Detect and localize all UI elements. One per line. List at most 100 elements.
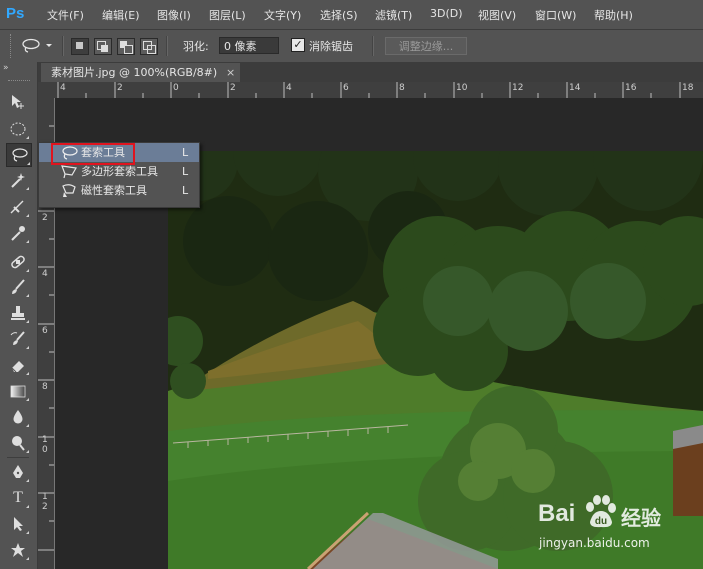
paw-icon: du — [586, 495, 616, 528]
watermark-url: jingyan.baidu.com — [539, 536, 650, 550]
eyedropper-tool[interactable] — [6, 222, 30, 244]
menu-3d[interactable]: 3D(D) — [430, 7, 463, 20]
antialias-checkbox[interactable]: ✓ — [291, 38, 305, 52]
dodge-tool[interactable] — [6, 432, 30, 454]
gradient-tool[interactable] — [6, 380, 30, 402]
watermark-brand-right: 经验 — [621, 506, 661, 530]
flyout-item-label: 磁性套索工具 — [81, 184, 147, 197]
baidu-jingyan-watermark: Bai du 经验 jingyan.baidu.com — [535, 490, 700, 556]
flyout-item-shortcut: L — [182, 165, 189, 178]
menu-file[interactable]: 文件(F) — [47, 7, 84, 23]
magic-wand-tool[interactable] — [6, 169, 30, 191]
healing-brush-tool[interactable] — [6, 251, 30, 273]
feather-input[interactable]: 0 像素 — [219, 37, 279, 54]
eyedropper-icon — [11, 226, 25, 241]
blur-tool[interactable] — [6, 406, 30, 428]
ruler-label: 2 — [42, 213, 48, 223]
highlight-box — [51, 143, 135, 165]
panel-grip[interactable] — [8, 80, 30, 81]
options-separator — [166, 36, 168, 56]
custom-shape-tool[interactable] — [6, 539, 30, 561]
clone-stamp-tool[interactable] — [6, 302, 30, 324]
stamp-icon — [11, 306, 25, 320]
ruler-label: 1 0 — [42, 435, 48, 455]
close-icon[interactable]: × — [226, 63, 238, 82]
options-separator — [372, 36, 374, 56]
feather-label: 羽化: — [183, 40, 209, 53]
ruler-label: 8 — [42, 382, 48, 392]
shape-icon — [11, 543, 25, 557]
ruler-label: 4 — [42, 269, 48, 279]
subtract-selection-button[interactable] — [117, 38, 135, 55]
droplet-icon — [13, 410, 23, 424]
ruler-label: 4 — [60, 83, 66, 93]
gradient-icon — [10, 385, 26, 398]
ruler-label: 8 — [399, 83, 405, 93]
dodge-icon — [12, 436, 25, 451]
magic-wand-icon — [11, 173, 25, 188]
pen-icon — [13, 465, 23, 478]
magnetic-lasso-icon — [62, 184, 76, 197]
ruler-label: 2 — [230, 83, 236, 93]
ruler-label: 2 — [117, 83, 123, 93]
menu-view[interactable]: 视图(V) — [478, 7, 516, 23]
ruler-label: 10 — [456, 83, 468, 93]
menu-window[interactable]: 窗口(W) — [535, 7, 576, 23]
ruler-label: 16 — [625, 83, 637, 93]
pen-tool[interactable] — [6, 461, 30, 483]
lasso-preset-icon — [22, 38, 52, 53]
options-separator — [62, 36, 64, 56]
options-bar-grip[interactable] — [10, 34, 15, 58]
flyout-item-magnetic-lasso[interactable]: 磁性套索工具 L — [39, 181, 199, 200]
history-brush-tool[interactable] — [6, 328, 30, 350]
polygonal-lasso-icon — [61, 165, 77, 179]
menu-filter[interactable]: 滤镜(T) — [375, 7, 412, 23]
panel-collapse-icon[interactable]: » — [3, 63, 9, 73]
menu-layer[interactable]: 图层(L) — [209, 7, 246, 23]
path-selection-icon — [14, 517, 23, 531]
ruler-label: 1 2 — [42, 492, 48, 512]
intersect-selection-button[interactable] — [140, 38, 158, 55]
lasso-icon — [12, 148, 28, 162]
antialias-label: 消除锯齿 — [309, 40, 353, 53]
path-selection-tool[interactable] — [6, 513, 30, 535]
flyout-item-shortcut: L — [182, 184, 189, 197]
marquee-tool[interactable] — [6, 118, 30, 140]
eraser-icon — [11, 361, 24, 373]
bandage-icon — [11, 255, 25, 269]
eraser-tool[interactable] — [6, 354, 30, 376]
menu-edit[interactable]: 编辑(E) — [102, 7, 140, 23]
brush-icon — [12, 279, 25, 294]
refine-edge-button[interactable]: 调整边缘... — [385, 37, 467, 55]
ruler-label: 14 — [569, 83, 581, 93]
type-tool[interactable]: T — [6, 487, 30, 509]
menu-help[interactable]: 帮助(H) — [594, 7, 633, 23]
add-selection-button[interactable] — [94, 38, 112, 55]
ruler-label: 6 — [343, 83, 349, 93]
document-tab[interactable]: 素材图片.jpg @ 100%(RGB/8#) — [41, 63, 240, 82]
crop-icon — [10, 200, 24, 214]
horizontal-ruler[interactable]: 4 2 0 2 4 6 8 10 12 14 16 18 — [38, 82, 703, 99]
menu-type[interactable]: 文字(Y) — [264, 7, 301, 23]
photoshop-logo: Ps — [6, 5, 25, 22]
ruler-label: 4 — [286, 83, 292, 93]
history-brush-icon — [10, 331, 25, 345]
move-icon — [12, 95, 24, 109]
ruler-ticks — [57, 82, 681, 98]
ruler-label: 12 — [512, 83, 524, 93]
move-tool[interactable] — [6, 91, 30, 113]
elliptical-marquee-icon — [10, 122, 26, 136]
brush-tool[interactable] — [6, 276, 30, 298]
ruler-label: 18 — [682, 83, 694, 93]
menu-select[interactable]: 选择(S) — [320, 7, 358, 23]
watermark-brand-left: Bai — [538, 500, 576, 527]
tool-preset-picker[interactable] — [20, 37, 56, 55]
menu-image[interactable]: 图像(I) — [157, 7, 191, 23]
flyout-item-shortcut: L — [182, 146, 189, 159]
lasso-tool[interactable] — [6, 143, 32, 167]
crop-tool[interactable] — [6, 196, 30, 218]
ruler-label: 0 — [173, 83, 179, 93]
tool-separator — [7, 457, 29, 458]
new-selection-button[interactable] — [71, 38, 89, 55]
svg-text:du: du — [595, 516, 607, 527]
